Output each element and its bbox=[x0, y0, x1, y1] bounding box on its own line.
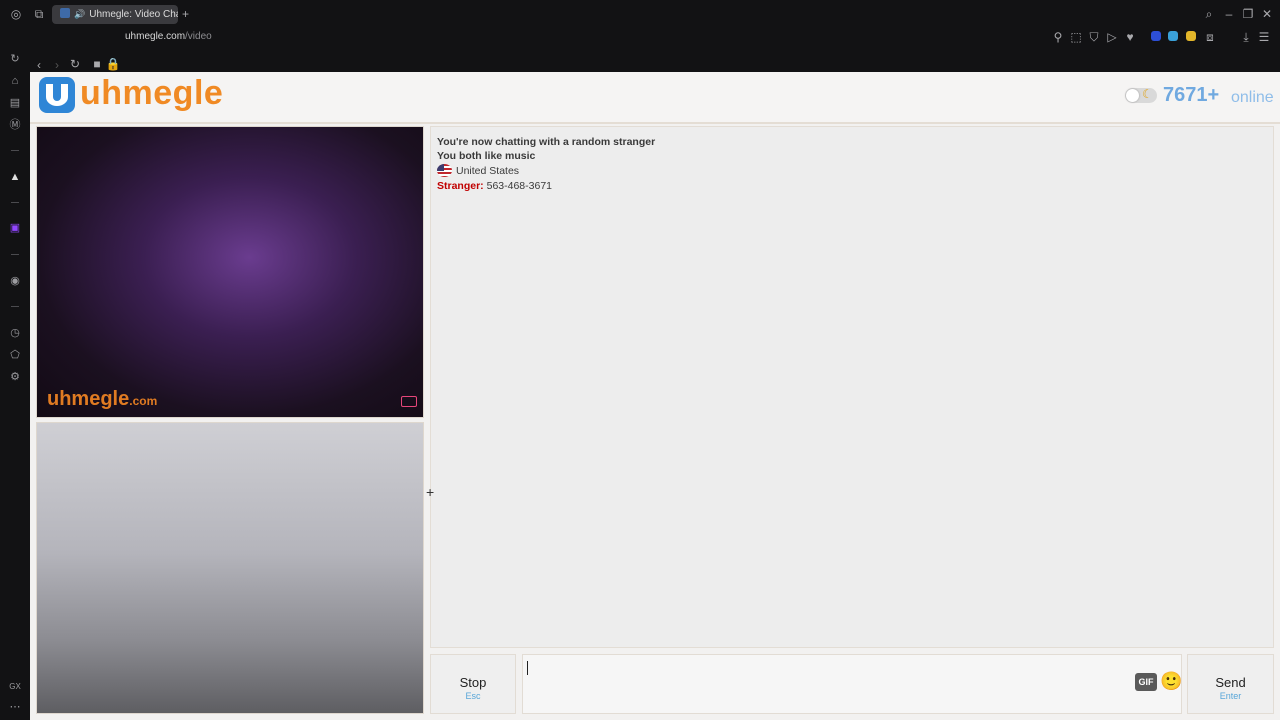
sidebar-history-icon[interactable]: ◷ bbox=[8, 326, 22, 340]
stranger-video: uhmegle.com bbox=[36, 126, 424, 418]
snapshot-icon[interactable]: ⬚ bbox=[1068, 30, 1084, 46]
sidebar-gx-icon[interactable]: GX bbox=[8, 680, 22, 694]
sidebar-divider bbox=[11, 254, 19, 255]
extension-icon[interactable] bbox=[1151, 31, 1161, 41]
send-label: Send bbox=[1215, 675, 1246, 690]
video-watermark: uhmegle.com bbox=[47, 388, 157, 411]
sidebar-divider bbox=[11, 150, 19, 151]
tab-uhmegle[interactable]: 🔊 Uhmegle: Video Chat bbox=[52, 5, 178, 24]
online-count: 7671+ bbox=[1163, 84, 1220, 106]
message-input[interactable]: GIF 🙂 bbox=[522, 654, 1182, 714]
restore-icon[interactable]: ❐ bbox=[1240, 7, 1256, 23]
audio-playing-icon[interactable]: 🔊 bbox=[74, 9, 85, 19]
browser-tab-bar: ◎ ⧉ 🔊 Uhmegle: Video Chat + ⌕ – ❐ ✕ bbox=[0, 0, 1280, 28]
sidebar-refresh-icon[interactable]: ↻ bbox=[8, 52, 22, 66]
shield-icon[interactable]: ⛉ bbox=[1086, 30, 1102, 46]
extensions-puzzle-icon[interactable]: ⧈ bbox=[1202, 30, 1218, 46]
sidebar-player-icon[interactable]: ◉ bbox=[8, 274, 22, 288]
send-button[interactable]: Send Enter bbox=[1187, 654, 1274, 714]
sidebar-more-icon[interactable]: ⋯ bbox=[8, 700, 22, 714]
url-host: uhmegle.com bbox=[125, 31, 186, 42]
sidebar-divider bbox=[11, 306, 19, 307]
sidebar-image-icon[interactable]: ▤ bbox=[8, 96, 22, 110]
system-message: You're now chatting with a random strang… bbox=[437, 136, 656, 148]
chat-log: You're now chatting with a random strang… bbox=[430, 126, 1274, 648]
site-logo-text[interactable]: uhmegle bbox=[80, 74, 223, 113]
sidebar-extensions-icon[interactable]: ⬠ bbox=[8, 348, 22, 362]
watermark-suffix: .com bbox=[129, 394, 158, 408]
extension-icon[interactable] bbox=[1168, 31, 1178, 41]
stranger-label: Stranger: bbox=[437, 180, 484, 192]
browser-sidebar: ↻ ⌂ ▤ Ⓜ ▲ ▣ ◉ ◷ ⬠ ⚙ GX ⋯ bbox=[0, 44, 30, 720]
stop-hint: Esc bbox=[465, 691, 481, 701]
self-video bbox=[36, 422, 424, 714]
country-name: United States bbox=[456, 165, 520, 177]
extension-icon[interactable] bbox=[1186, 31, 1196, 41]
common-interest-message: You both like music bbox=[437, 150, 536, 162]
dark-mode-toggle[interactable]: ☾ bbox=[1125, 87, 1157, 103]
camera-in-use-icon[interactable]: ■ bbox=[89, 57, 105, 73]
uhmegle-logo-icon[interactable] bbox=[38, 76, 76, 114]
lock-icon[interactable]: 🔒 bbox=[105, 57, 121, 73]
minimize-icon[interactable]: – bbox=[1221, 7, 1237, 23]
sidebar-twitch-icon[interactable]: ▣ bbox=[8, 221, 22, 235]
emoji-button[interactable]: 🙂 bbox=[1160, 671, 1182, 692]
stop-label: Stop bbox=[459, 675, 487, 690]
reload-icon[interactable]: ↻ bbox=[67, 57, 83, 73]
heart-icon[interactable]: ♥ bbox=[1122, 30, 1138, 46]
sidebar-a-icon[interactable]: ▲ bbox=[8, 170, 22, 184]
site-header: uhmegle ☾ 7671+ online bbox=[30, 72, 1280, 124]
site-favicon-icon bbox=[60, 8, 70, 18]
tab-title: Uhmegle: Video Chat bbox=[89, 9, 178, 20]
download-icon[interactable]: ⤓ bbox=[1238, 30, 1254, 46]
stranger-country: United States bbox=[437, 164, 519, 177]
sidebar-m-icon[interactable]: Ⓜ bbox=[8, 118, 22, 132]
moon-icon: ☾ bbox=[1142, 87, 1153, 101]
report-icon[interactable] bbox=[401, 396, 417, 407]
gif-button[interactable]: GIF bbox=[1135, 673, 1157, 691]
close-window-icon[interactable]: ✕ bbox=[1259, 7, 1275, 23]
stop-button[interactable]: Stop Esc bbox=[430, 654, 516, 714]
sidebar-store-icon[interactable]: ⌂ bbox=[8, 74, 22, 88]
pin-icon[interactable]: ⚲ bbox=[1050, 30, 1066, 46]
uhmegle-page: uhmegle ☾ 7671+ online uhmegle.com You'r… bbox=[30, 72, 1280, 720]
new-tab-button[interactable]: + bbox=[182, 7, 189, 21]
url-path: /video bbox=[185, 31, 212, 42]
toggle-knob bbox=[1126, 89, 1139, 102]
search-tabs-icon[interactable]: ⌕ bbox=[1201, 7, 1217, 23]
sidebar-settings-icon[interactable]: ⚙ bbox=[8, 370, 22, 384]
text-caret bbox=[527, 661, 528, 675]
stranger-message: Stranger: 563-468-3671 bbox=[437, 180, 552, 192]
watermark-main: uhmegle bbox=[47, 388, 130, 410]
menu-icon[interactable]: ☰ bbox=[1256, 30, 1272, 46]
us-flag-icon bbox=[437, 164, 452, 177]
online-label: online bbox=[1231, 89, 1274, 106]
play-icon[interactable]: ▷ bbox=[1104, 30, 1120, 46]
mouse-cursor: + bbox=[426, 484, 435, 500]
sidebar-divider bbox=[11, 202, 19, 203]
workspaces-icon[interactable]: ⧉ bbox=[31, 7, 47, 23]
stranger-message-text: 563-468-3671 bbox=[486, 180, 552, 192]
browser-menu-icon[interactable]: ◎ bbox=[8, 7, 24, 23]
send-hint: Enter bbox=[1219, 691, 1242, 701]
url-field[interactable]: uhmegle.com/video bbox=[125, 31, 212, 42]
